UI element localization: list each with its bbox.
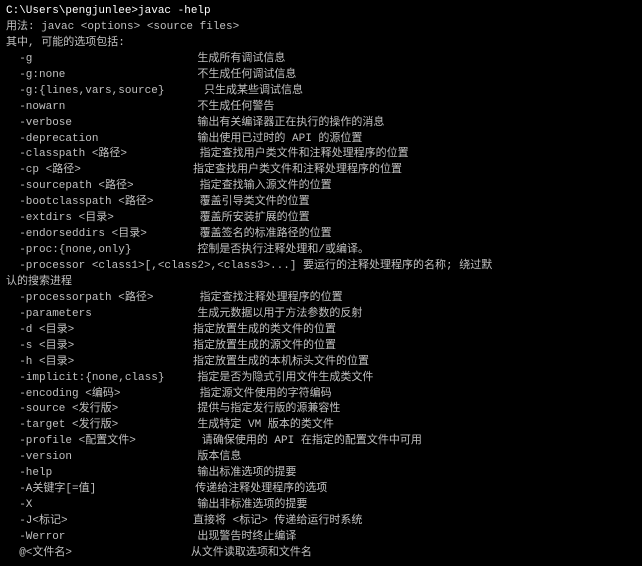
terminal-line-4: -g:none 不生成任何调试信息 — [6, 68, 636, 84]
terminal-line-6: -nowarn 不生成任何警告 — [6, 100, 636, 116]
terminal-line-14: -endorseddirs <目录> 覆盖签名的标准路径的位置 — [6, 227, 636, 243]
terminal-line-7: -verbose 输出有关编译器正在执行的操作的消息 — [6, 116, 636, 132]
terminal-line-15: -proc:{none,only} 控制是否执行注释处理和/或编译。 — [6, 243, 636, 259]
terminal-line-12: -bootclasspath <路径> 覆盖引导类文件的位置 — [6, 195, 636, 211]
terminal-line-33: -Werror 出现警告时终止编译 — [6, 530, 636, 546]
terminal-line-27: -profile <配置文件> 请确保使用的 API 在指定的配置文件中可用 — [6, 434, 636, 450]
terminal-line-32: -J<标记> 直接将 <标记> 传递给运行时系统 — [6, 514, 636, 530]
terminal-line-19: -parameters 生成元数据以用于方法参数的反射 — [6, 307, 636, 323]
terminal-line-13: -extdirs <目录> 覆盖所安装扩展的位置 — [6, 211, 636, 227]
terminal-line-26: -target <发行版> 生成特定 VM 版本的类文件 — [6, 418, 636, 434]
terminal-line-34: @<文件名> 从文件读取选项和文件名 — [6, 546, 636, 562]
terminal-line-17: 认的搜索进程 — [6, 275, 636, 291]
terminal-line-8: -deprecation 输出使用已过时的 API 的源位置 — [6, 132, 636, 148]
terminal-line-1: 用法: javac <options> <source files> — [6, 20, 636, 36]
terminal-line-2: 其中, 可能的选项包括: — [6, 36, 636, 52]
terminal-line-5: -g:{lines,vars,source} 只生成某些调试信息 — [6, 84, 636, 100]
terminal-line-28: -version 版本信息 — [6, 450, 636, 466]
terminal-line-20: -d <目录> 指定放置生成的类文件的位置 — [6, 323, 636, 339]
terminal-line-18: -processorpath <路径> 指定查找注释处理程序的位置 — [6, 291, 636, 307]
terminal-line-31: -X 输出非标准选项的提要 — [6, 498, 636, 514]
terminal-line-10: -cp <路径> 指定查找用户类文件和注释处理程序的位置 — [6, 163, 636, 179]
terminal-line-25: -source <发行版> 提供与指定发行版的源兼容性 — [6, 402, 636, 418]
terminal-line-30: -A关键字[=值] 传递给注释处理程序的选项 — [6, 482, 636, 498]
terminal-line-21: -s <目录> 指定放置生成的源文件的位置 — [6, 339, 636, 355]
terminal-line-9: -classpath <路径> 指定查找用户类文件和注释处理程序的位置 — [6, 147, 636, 163]
terminal-line-29: -help 输出标准选项的提要 — [6, 466, 636, 482]
terminal-line-16: -processor <class1>[,<class2>,<class3>..… — [6, 259, 636, 275]
terminal-line-23: -implicit:{none,class} 指定是否为隐式引用文件生成类文件 — [6, 371, 636, 387]
terminal-line-3: -g 生成所有调试信息 — [6, 52, 636, 68]
terminal-line-24: -encoding <编码> 指定源文件使用的字符编码 — [6, 387, 636, 403]
terminal-line-11: -sourcepath <路径> 指定查找输入源文件的位置 — [6, 179, 636, 195]
terminal-line-0: C:\Users\pengjunlee>javac -help — [6, 4, 636, 20]
terminal-line-22: -h <目录> 指定放置生成的本机标头文件的位置 — [6, 355, 636, 371]
terminal-window: C:\Users\pengjunlee>javac -help用法: javac… — [6, 4, 636, 562]
